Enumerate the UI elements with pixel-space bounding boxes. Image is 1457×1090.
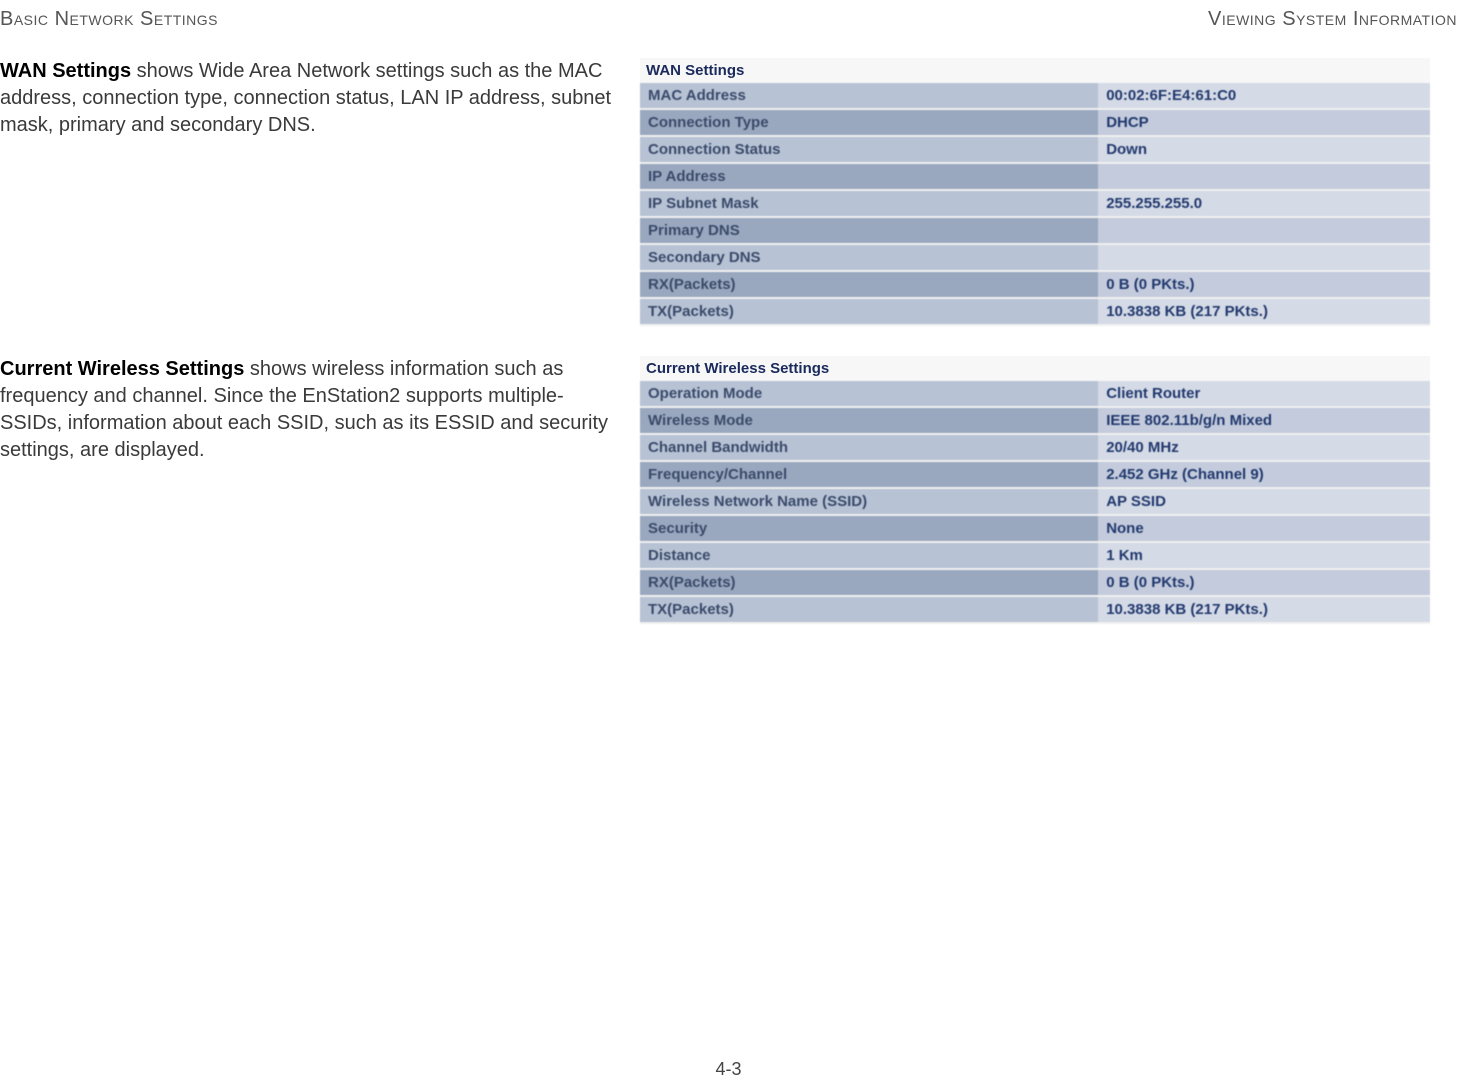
- wireless-panel-title: Current Wireless Settings: [640, 356, 1430, 381]
- row-label: Operation Mode: [640, 381, 1098, 407]
- wireless-section: Current Wireless Settings shows wireless…: [0, 356, 1457, 624]
- wireless-desc-bold: Current Wireless Settings: [0, 358, 244, 380]
- row-value: None: [1098, 515, 1430, 542]
- row-label: MAC Address: [640, 83, 1098, 109]
- wireless-panel: Current Wireless Settings Operation Mode…: [640, 356, 1430, 624]
- row-label: Distance: [640, 542, 1098, 569]
- wireless-description: Current Wireless Settings shows wireless…: [0, 356, 640, 624]
- table-row: IP Subnet Mask255.255.255.0: [640, 190, 1430, 217]
- wan-panel-title: WAN Settings: [640, 58, 1430, 83]
- row-label: TX(Packets): [640, 596, 1098, 623]
- wan-settings-table: MAC Address00:02:6F:E4:61:C0 Connection …: [640, 83, 1430, 326]
- table-row: TX(Packets)10.3838 KB (217 PKts.): [640, 298, 1430, 325]
- row-value: [1098, 217, 1430, 244]
- row-label: TX(Packets): [640, 298, 1098, 325]
- row-value: [1098, 163, 1430, 190]
- row-value: IEEE 802.11b/g/n Mixed: [1098, 407, 1430, 434]
- table-row: Secondary DNS: [640, 244, 1430, 271]
- row-value: Client Router: [1098, 381, 1430, 407]
- row-label: Connection Status: [640, 136, 1098, 163]
- row-value: 10.3838 KB (217 PKts.): [1098, 298, 1430, 325]
- table-row: RX(Packets)0 B (0 PKts.): [640, 569, 1430, 596]
- row-label: Wireless Network Name (SSID): [640, 488, 1098, 515]
- page-number: 4-3: [0, 1059, 1457, 1080]
- row-value: 2.452 GHz (Channel 9): [1098, 461, 1430, 488]
- row-value: 0 B (0 PKts.): [1098, 271, 1430, 298]
- row-value: 0 B (0 PKts.): [1098, 569, 1430, 596]
- table-row: Frequency/Channel2.452 GHz (Channel 9): [640, 461, 1430, 488]
- table-row: Wireless ModeIEEE 802.11b/g/n Mixed: [640, 407, 1430, 434]
- table-row: MAC Address00:02:6F:E4:61:C0: [640, 83, 1430, 109]
- table-row: Distance1 Km: [640, 542, 1430, 569]
- row-value: 10.3838 KB (217 PKts.): [1098, 596, 1430, 623]
- header-left: Basic Network Settings: [0, 8, 218, 31]
- row-value: AP SSID: [1098, 488, 1430, 515]
- row-label: Wireless Mode: [640, 407, 1098, 434]
- row-value: 255.255.255.0: [1098, 190, 1430, 217]
- table-row: Primary DNS: [640, 217, 1430, 244]
- header-right: Viewing System Information: [1208, 8, 1457, 31]
- row-label: Connection Type: [640, 109, 1098, 136]
- row-value: 00:02:6F:E4:61:C0: [1098, 83, 1430, 109]
- row-label: RX(Packets): [640, 271, 1098, 298]
- row-label: Channel Bandwidth: [640, 434, 1098, 461]
- table-row: Connection StatusDown: [640, 136, 1430, 163]
- table-row: Connection TypeDHCP: [640, 109, 1430, 136]
- wireless-settings-table: Operation ModeClient Router Wireless Mod…: [640, 381, 1430, 624]
- table-row: Channel Bandwidth20/40 MHz: [640, 434, 1430, 461]
- table-row: SecurityNone: [640, 515, 1430, 542]
- row-label: RX(Packets): [640, 569, 1098, 596]
- content: WAN Settings shows Wide Area Network set…: [0, 58, 1457, 634]
- row-label: Secondary DNS: [640, 244, 1098, 271]
- wan-description: WAN Settings shows Wide Area Network set…: [0, 58, 640, 326]
- row-value: 1 Km: [1098, 542, 1430, 569]
- row-value: Down: [1098, 136, 1430, 163]
- wan-panel: WAN Settings MAC Address00:02:6F:E4:61:C…: [640, 58, 1430, 326]
- row-value: DHCP: [1098, 109, 1430, 136]
- wan-section: WAN Settings shows Wide Area Network set…: [0, 58, 1457, 326]
- wan-desc-bold: WAN Settings: [0, 60, 131, 82]
- row-label: IP Subnet Mask: [640, 190, 1098, 217]
- table-row: Wireless Network Name (SSID)AP SSID: [640, 488, 1430, 515]
- row-label: Frequency/Channel: [640, 461, 1098, 488]
- row-label: Primary DNS: [640, 217, 1098, 244]
- row-value: [1098, 244, 1430, 271]
- row-label: IP Address: [640, 163, 1098, 190]
- table-row: RX(Packets)0 B (0 PKts.): [640, 271, 1430, 298]
- table-row: IP Address: [640, 163, 1430, 190]
- table-row: TX(Packets)10.3838 KB (217 PKts.): [640, 596, 1430, 623]
- table-row: Operation ModeClient Router: [640, 381, 1430, 407]
- row-label: Security: [640, 515, 1098, 542]
- row-value: 20/40 MHz: [1098, 434, 1430, 461]
